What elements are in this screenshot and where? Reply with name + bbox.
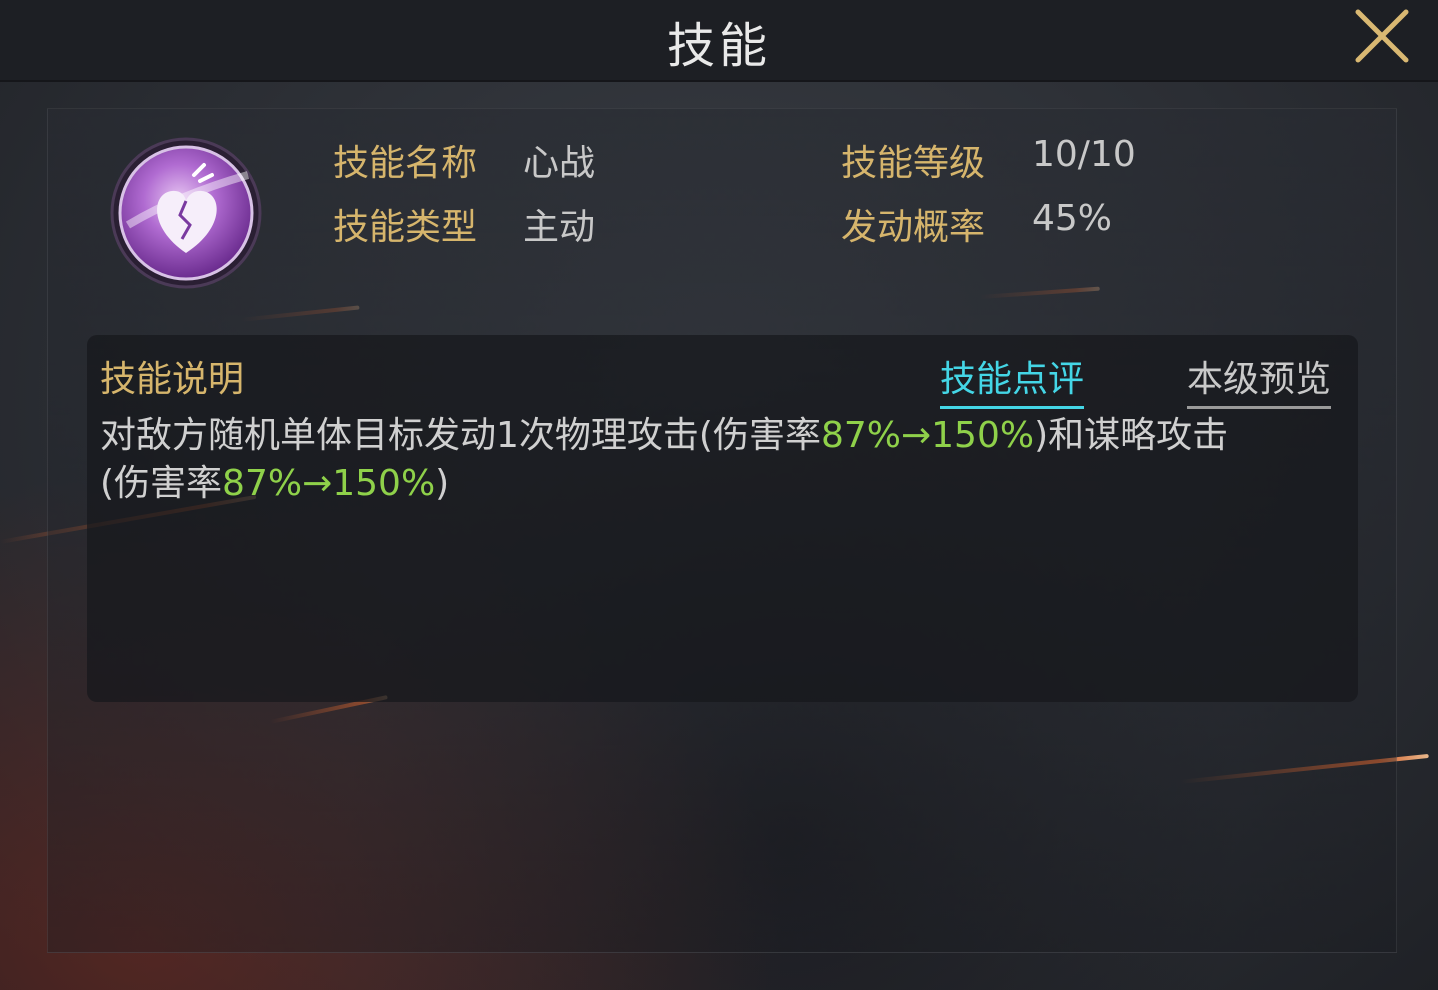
damage-rate-highlight: 87%→150% [222,463,436,504]
description-text-part: ) [435,463,450,504]
trigger-chance-value: 45% [1032,198,1113,239]
broken-heart-icon [110,137,262,289]
damage-rate-highlight: 87%→150% [820,415,1035,456]
page-title: 技能 [666,18,771,74]
skill-type-label: 技能类型 [333,207,478,248]
skill-icon [108,135,264,291]
skill-name-label: 技能名称 [333,143,478,184]
tab-skill-review[interactable]: 技能点评 [940,350,1085,409]
trigger-chance-label: 发动概率 [841,207,986,248]
skill-level-value: 10/10 [1032,134,1136,175]
description-text: 对敌方随机单体目标发动1次物理攻击(伤害率87%→150%)和谋略攻击 (伤害率… [100,412,1340,508]
description-text-part: 对敌方随机单体目标发动1次物理攻击(伤害率 [100,415,821,456]
description-box [87,335,1358,702]
skill-level-label: 技能等级 [841,143,986,184]
description-text-part: (伤害率 [100,463,223,504]
description-header: 技能说明 [100,359,245,400]
tab-level-preview[interactable]: 本级预览 [1187,350,1332,409]
close-button[interactable] [1352,6,1412,66]
description-text-part: )和谋略攻击 [1034,415,1229,456]
close-icon [1355,9,1409,63]
skill-type-value: 主动 [523,207,596,248]
title-bar: 技能 [0,0,1438,82]
skill-name-value: 心战 [523,143,596,184]
